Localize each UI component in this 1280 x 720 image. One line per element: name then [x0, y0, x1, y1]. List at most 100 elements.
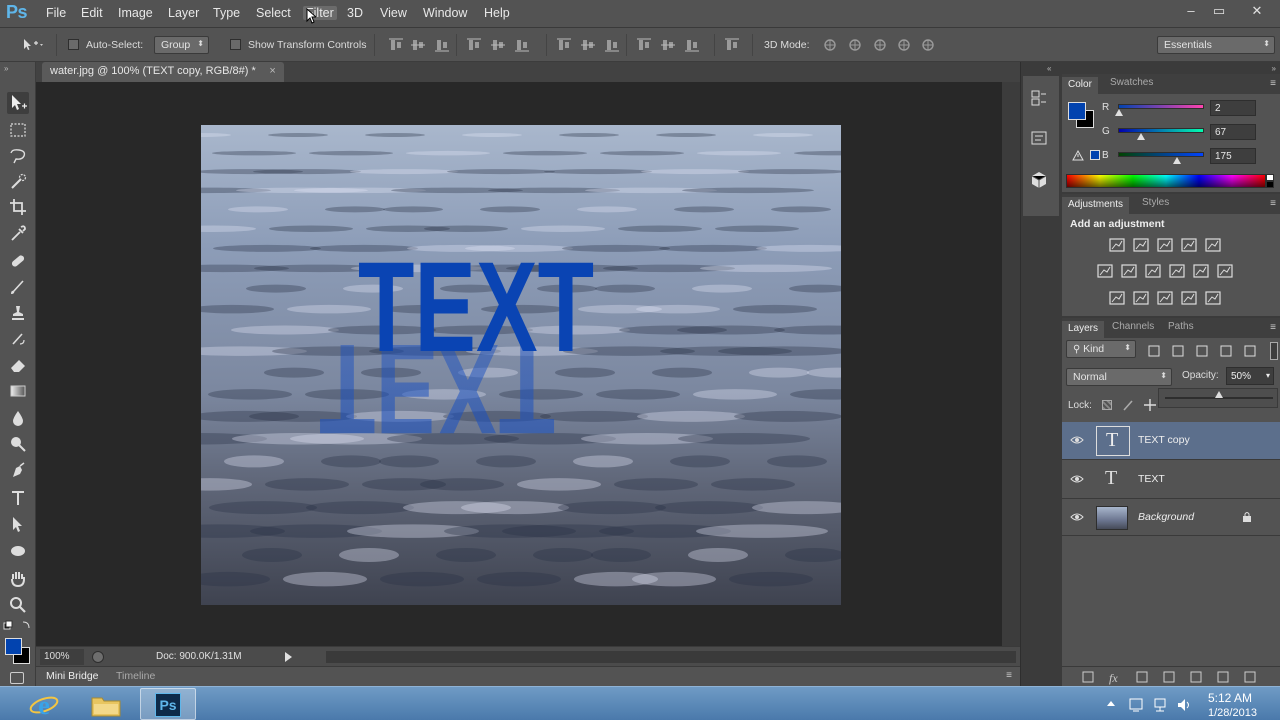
menu-image[interactable]: Image: [115, 6, 156, 20]
menu-select[interactable]: Select: [253, 6, 294, 20]
opacity-field[interactable]: 50% ▾: [1226, 367, 1274, 385]
move-tool-preset-icon[interactable]: [20, 37, 44, 53]
tab-timeline[interactable]: Timeline: [116, 670, 155, 682]
link-layers-icon[interactable]: [1080, 669, 1096, 685]
eraser-tool[interactable]: [7, 354, 29, 376]
distribute-vcenter-icon[interactable]: [580, 37, 596, 53]
tab-channels[interactable]: Channels: [1112, 321, 1154, 332]
layer-style-fx-icon[interactable]: fx: [1107, 669, 1123, 685]
network-icon[interactable]: [1152, 697, 1168, 713]
horizontal-scrollbar[interactable]: [326, 651, 1016, 663]
scale-3d-icon[interactable]: [920, 37, 936, 53]
posterize-icon[interactable]: [1132, 289, 1150, 307]
history-brush-tool[interactable]: [7, 328, 29, 350]
zoom-level-field[interactable]: 100%: [40, 649, 84, 665]
tab-layers[interactable]: Layers: [1062, 321, 1105, 338]
black-white-icon[interactable]: [1144, 262, 1162, 280]
menu-edit[interactable]: Edit: [78, 6, 106, 20]
levels-icon[interactable]: [1132, 236, 1150, 254]
vibrance-icon[interactable]: [1204, 236, 1222, 254]
eye-icon[interactable]: [1070, 512, 1084, 522]
tab-swatches[interactable]: Swatches: [1110, 77, 1153, 88]
blur-tool[interactable]: [7, 407, 29, 429]
document-canvas[interactable]: TEXT TEXT: [201, 125, 841, 605]
brightness-contrast-icon[interactable]: [1108, 236, 1126, 254]
color-lookup-icon[interactable]: [1216, 262, 1234, 280]
exposure-icon[interactable]: [1180, 236, 1198, 254]
status-menu-arrow-icon[interactable]: [285, 652, 292, 662]
align-top-edges-icon[interactable]: [388, 37, 404, 53]
brush-tool[interactable]: [7, 276, 29, 298]
dodge-tool[interactable]: [7, 433, 29, 455]
slide-3d-icon[interactable]: [896, 37, 912, 53]
red-value-field[interactable]: 2: [1210, 100, 1256, 116]
menu-view[interactable]: View: [377, 6, 410, 20]
type-tool[interactable]: [7, 487, 29, 509]
distribute-left-icon[interactable]: [636, 37, 652, 53]
lock-position-icon[interactable]: [1143, 398, 1157, 412]
drag-3d-icon[interactable]: [872, 37, 888, 53]
marquee-tool[interactable]: [7, 119, 29, 141]
new-layer-icon[interactable]: [1215, 669, 1231, 685]
gradient-tool[interactable]: [7, 380, 29, 402]
menu-type[interactable]: Type: [210, 6, 243, 20]
new-group-icon[interactable]: [1188, 669, 1204, 685]
expand-arrows-icon[interactable]: «: [1047, 64, 1051, 73]
rotate-3d-icon[interactable]: [822, 37, 838, 53]
pen-tool[interactable]: [7, 460, 29, 482]
filter-smart-object-icon[interactable]: [1242, 343, 1258, 359]
eye-icon[interactable]: [1070, 474, 1084, 484]
lock-image-pixels-icon[interactable]: [1122, 398, 1136, 412]
selective-color-icon[interactable]: [1180, 289, 1198, 307]
show-transform-checkbox[interactable]: [230, 39, 241, 50]
hand-tool[interactable]: [7, 568, 29, 590]
foreground-color-swatch[interactable]: [5, 638, 22, 655]
lasso-tool[interactable]: [7, 145, 29, 167]
filter-adjustment-icon[interactable]: [1170, 343, 1186, 359]
menu-help[interactable]: Help: [481, 6, 513, 20]
channel-mixer-icon[interactable]: [1192, 262, 1210, 280]
align-right-edges-icon[interactable]: [514, 37, 530, 53]
white-chip[interactable]: [1266, 174, 1274, 181]
close-button[interactable]: ✕: [1244, 3, 1270, 21]
taskbar-file-explorer[interactable]: [78, 688, 134, 720]
red-slider-thumb[interactable]: [1114, 109, 1123, 116]
default-colors-icon[interactable]: [3, 620, 33, 632]
foreground-color-chip[interactable]: [1068, 102, 1086, 120]
align-horizontal-centers-icon[interactable]: [490, 37, 506, 53]
align-bottom-edges-icon[interactable]: [434, 37, 450, 53]
clock-time[interactable]: 5:12 AM: [1208, 691, 1252, 705]
collapse-arrows-icon[interactable]: »: [4, 64, 8, 73]
tab-adjustments[interactable]: Adjustments: [1062, 197, 1130, 214]
3d-panel-button[interactable]: [1029, 170, 1049, 190]
volume-icon[interactable]: [1176, 697, 1192, 713]
distribute-right-icon[interactable]: [684, 37, 700, 53]
photo-filter-icon[interactable]: [1168, 262, 1186, 280]
path-selection-tool[interactable]: [7, 514, 29, 536]
panel-menu-icon[interactable]: ≡: [1006, 670, 1012, 681]
auto-select-checkbox[interactable]: [68, 39, 79, 50]
menu-file[interactable]: File: [43, 6, 69, 20]
tab-mini-bridge[interactable]: Mini Bridge: [46, 670, 99, 682]
filter-shape-icon[interactable]: [1218, 343, 1234, 359]
green-slider-thumb[interactable]: [1136, 133, 1145, 140]
maximize-button[interactable]: ▭: [1206, 3, 1232, 21]
taskbar-internet-explorer[interactable]: e: [16, 688, 72, 720]
collapse-panels-icon[interactable]: »: [1272, 64, 1276, 73]
panel-menu-icon[interactable]: ≡: [1270, 322, 1276, 333]
clock-date[interactable]: 1/28/2013: [1208, 707, 1257, 719]
red-slider-track[interactable]: [1118, 104, 1204, 109]
quick-selection-tool[interactable]: [7, 171, 29, 193]
web-safe-color-chip[interactable]: [1090, 150, 1100, 160]
curves-icon[interactable]: [1156, 236, 1174, 254]
crop-tool[interactable]: [7, 196, 29, 218]
taskbar-photoshop[interactable]: Ps: [140, 688, 196, 720]
workspace-dropdown[interactable]: Essentials ⬍: [1157, 36, 1275, 54]
tab-color[interactable]: Color: [1062, 77, 1098, 94]
action-center-icon[interactable]: [1128, 697, 1144, 713]
blue-slider-thumb[interactable]: [1172, 157, 1181, 164]
quick-mask-icon[interactable]: [10, 672, 24, 684]
status-info-icon[interactable]: [92, 651, 104, 663]
filter-type-icon[interactable]: [1194, 343, 1210, 359]
auto-select-dropdown[interactable]: Group ⬍: [154, 36, 209, 54]
